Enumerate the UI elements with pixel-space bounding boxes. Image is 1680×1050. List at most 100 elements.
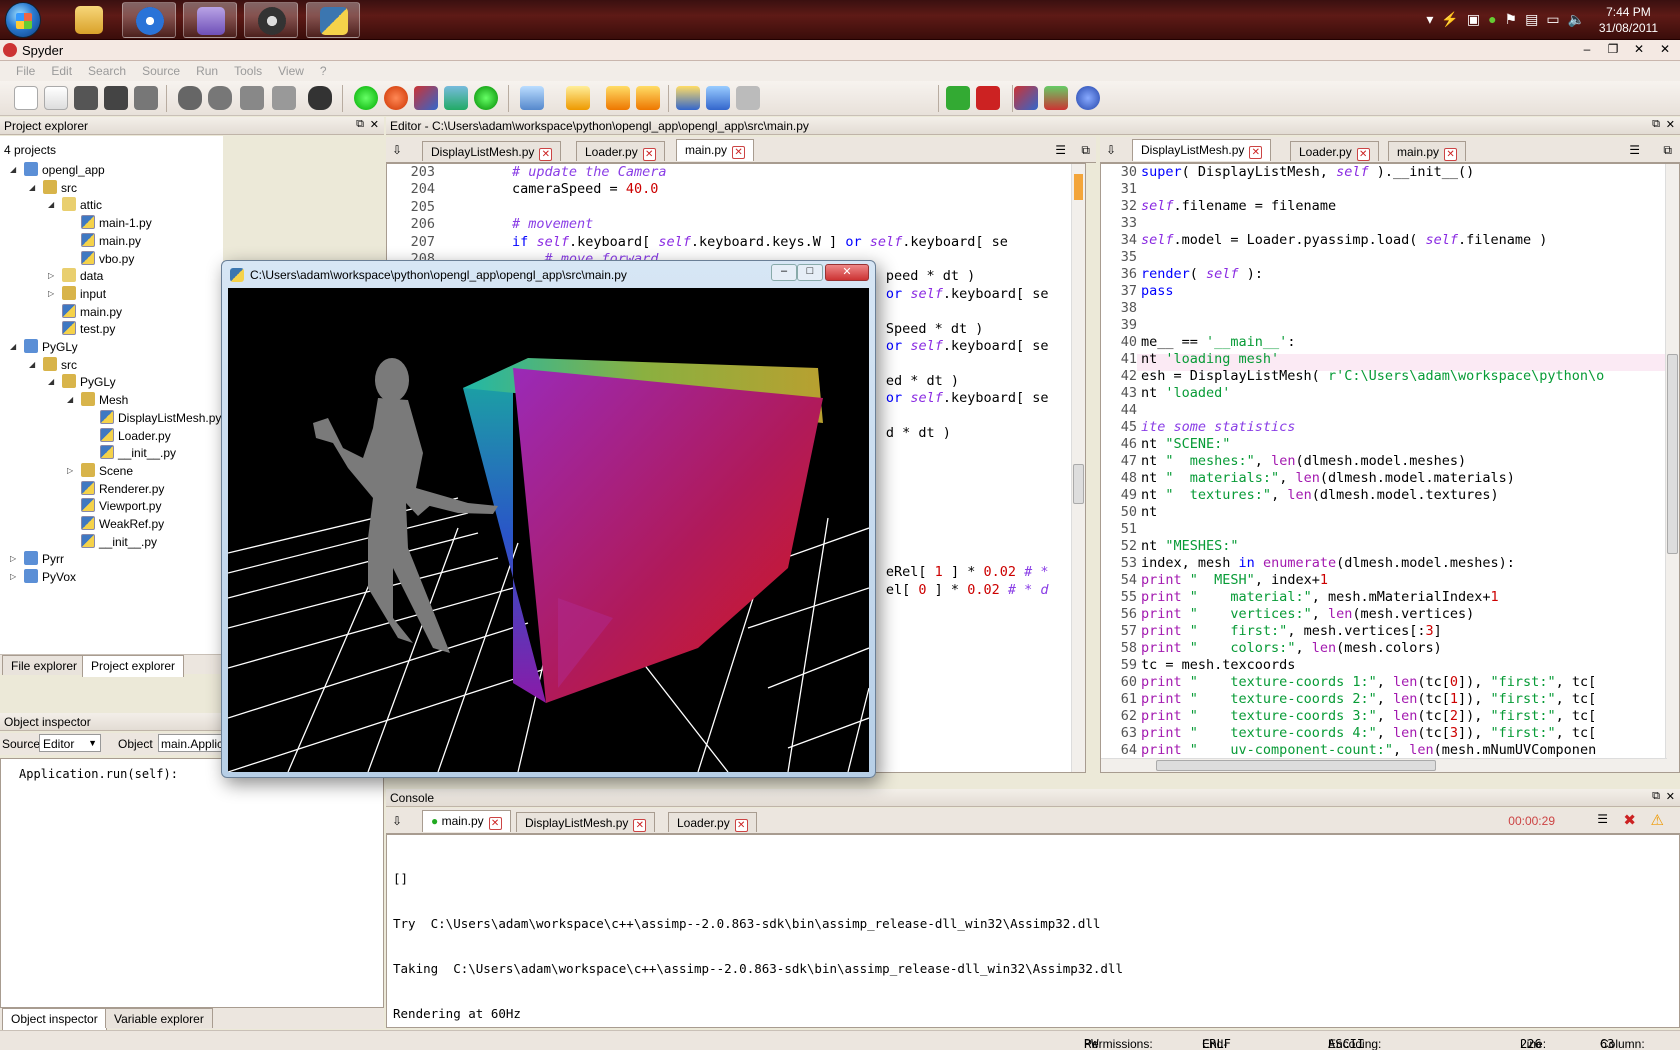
close-tab-icon[interactable]: ✕ — [732, 146, 746, 159]
menu-view[interactable]: View — [270, 61, 312, 81]
tree-item[interactable]: ◢ opengl_app — [10, 162, 105, 179]
browse-tabs-icon[interactable]: ⇩ — [392, 814, 402, 828]
taskbar-clock[interactable]: 7:44 PM 31/08/2011 — [1599, 4, 1658, 36]
undock-icon[interactable]: ⧉ — [1663, 143, 1672, 158]
collapse-arrow-icon[interactable]: ◢ — [10, 165, 16, 174]
minimize-button[interactable]: – — [1574, 40, 1600, 58]
horizontal-scrollbar[interactable] — [1101, 758, 1667, 772]
tree-item[interactable]: ◢ src — [29, 179, 77, 197]
tab-displaylistmesh-right[interactable]: DisplayListMesh.py ✕ — [1132, 139, 1272, 161]
check-icon[interactable] — [520, 86, 544, 110]
collapse-arrow-icon[interactable]: ◢ — [29, 360, 35, 369]
tab-object-inspector[interactable]: Object inspector — [2, 1008, 107, 1030]
tab-main-right[interactable]: main.py ✕ — [1388, 141, 1467, 161]
preferences-icon[interactable] — [1014, 86, 1038, 110]
close-tab-icon[interactable]: ✕ — [488, 817, 502, 830]
undock-icon[interactable]: ⧉ — [356, 118, 364, 131]
taskbar-explorer-button[interactable] — [62, 2, 116, 38]
maximize-pane-icon[interactable] — [946, 86, 970, 110]
prev-warning-icon[interactable] — [606, 86, 630, 110]
browse-tabs-icon[interactable]: ⇩ — [1106, 143, 1116, 157]
tab-console-main[interactable]: ● main.py ✕ — [422, 810, 511, 832]
network-share-icon[interactable]: ▣ — [1467, 11, 1480, 28]
tree-item[interactable]: ▷ PyVox — [10, 569, 76, 586]
undock-icon[interactable]: ⧉ — [1652, 118, 1660, 131]
menu-tools[interactable]: Tools — [226, 61, 270, 81]
vertical-scrollbar[interactable] — [1665, 164, 1679, 772]
close-tab-icon[interactable]: ✕ — [1444, 148, 1458, 161]
expand-arrow-icon[interactable]: ▷ — [67, 466, 73, 475]
browse-tabs-icon[interactable]: ⇩ — [392, 143, 402, 157]
close-app-button[interactable]: ✕ — [1652, 40, 1678, 58]
stop-icon[interactable] — [976, 86, 1000, 110]
collapse-arrow-icon[interactable]: ◢ — [10, 342, 16, 351]
tree-item[interactable]: ◢ Mesh — [67, 392, 128, 409]
tab-variable-explorer[interactable]: Variable explorer — [105, 1008, 213, 1028]
tree-item[interactable]: ▷ input — [48, 285, 106, 303]
start-button[interactable] — [5, 2, 41, 38]
collapse-arrow-icon[interactable]: ◢ — [29, 183, 35, 192]
minimize-button[interactable]: – — [771, 264, 797, 281]
print-icon[interactable] — [134, 86, 158, 110]
close-tab-icon[interactable]: ✕ — [642, 148, 656, 161]
menu-help[interactable]: ? — [312, 61, 335, 81]
tree-item[interactable]: ▷ Pyrr — [10, 551, 64, 568]
goto-line-icon[interactable] — [272, 86, 296, 110]
find-in-files-icon[interactable] — [308, 86, 332, 110]
configure-run-icon[interactable] — [414, 86, 438, 110]
close-button[interactable]: ✕ — [1626, 40, 1652, 58]
tree-item[interactable]: Loader.py — [100, 427, 171, 445]
tree-item[interactable]: ▷ data — [48, 268, 103, 285]
scroll-thumb[interactable] — [1073, 464, 1084, 504]
save-icon[interactable] — [74, 86, 98, 110]
tree-item[interactable]: Viewport.py — [81, 498, 161, 515]
menu-edit[interactable]: Edit — [43, 61, 80, 81]
tree-item[interactable]: ◢ PyGLy — [10, 339, 78, 356]
scroll-thumb[interactable] — [1667, 354, 1678, 554]
speaker-icon[interactable]: 🔈 — [1568, 11, 1585, 28]
expand-arrow-icon[interactable]: ▷ — [48, 271, 54, 280]
tree-item[interactable]: main.py — [81, 232, 141, 250]
warning-icon[interactable] — [566, 86, 590, 110]
taskbar-chat-button[interactable] — [183, 2, 237, 38]
opengl-render-view[interactable] — [228, 288, 869, 772]
taskbar-python-button[interactable] — [306, 2, 360, 38]
close-tab-icon[interactable]: ✕ — [633, 819, 647, 832]
tab-displaylistmesh-left[interactable]: DisplayListMesh.py ✕ — [422, 141, 562, 161]
tools-icon[interactable] — [1076, 86, 1100, 110]
kill-process-icon[interactable]: ✖ — [1623, 811, 1636, 829]
last-edit-icon[interactable] — [676, 86, 700, 110]
menu-run[interactable]: Run — [188, 61, 226, 81]
open-file-icon[interactable] — [44, 86, 68, 110]
scroll-thumb[interactable] — [1156, 760, 1436, 771]
run-icon[interactable] — [354, 86, 378, 110]
tab-console-displaylistmesh[interactable]: DisplayListMesh.py ✕ — [516, 812, 656, 832]
tree-item[interactable]: vbo.py — [81, 250, 134, 268]
close-tab-icon[interactable]: ✕ — [1249, 146, 1263, 159]
environment-icon[interactable]: ☰ — [1597, 812, 1608, 826]
menu-source[interactable]: Source — [134, 61, 188, 81]
tree-item[interactable]: main-1.py — [81, 215, 152, 232]
options-icon[interactable]: ☰ — [1055, 143, 1066, 157]
tree-item[interactable]: test.py — [62, 321, 115, 338]
flag-icon[interactable]: ⚑ — [1505, 11, 1518, 28]
find-next-icon[interactable] — [208, 86, 232, 110]
close-tab-icon[interactable]: ✕ — [539, 148, 553, 161]
collapse-arrow-icon[interactable]: ◢ — [48, 377, 54, 386]
collapse-arrow-icon[interactable]: ◢ — [67, 395, 73, 404]
next-warning-icon[interactable] — [636, 86, 660, 110]
undock-icon[interactable]: ⧉ — [1081, 143, 1090, 158]
lightning-icon[interactable]: ⚡ — [1441, 11, 1458, 28]
tab-file-explorer[interactable]: File explorer — [2, 655, 87, 675]
tree-item[interactable]: ◢ src — [29, 356, 77, 374]
source-select[interactable]: Editor ▼ — [39, 734, 101, 752]
tab-console-loader[interactable]: Loader.py ✕ — [668, 812, 757, 832]
usb-icon[interactable]: ▤ — [1525, 11, 1538, 28]
tab-main-left[interactable]: main.py ✕ — [676, 139, 755, 161]
debug-icon[interactable] — [384, 86, 408, 110]
right-code-editor[interactable]: 30 31 32 33 34 35 36 37 38 39 40 41 42 4… — [1100, 163, 1680, 773]
tree-item[interactable]: Renderer.py — [81, 480, 164, 498]
opengl-window[interactable]: C:\Users\adam\workspace\python\opengl_ap… — [221, 260, 876, 778]
maximize-button[interactable]: ❐ — [1600, 40, 1626, 58]
forward-icon[interactable] — [736, 86, 760, 110]
